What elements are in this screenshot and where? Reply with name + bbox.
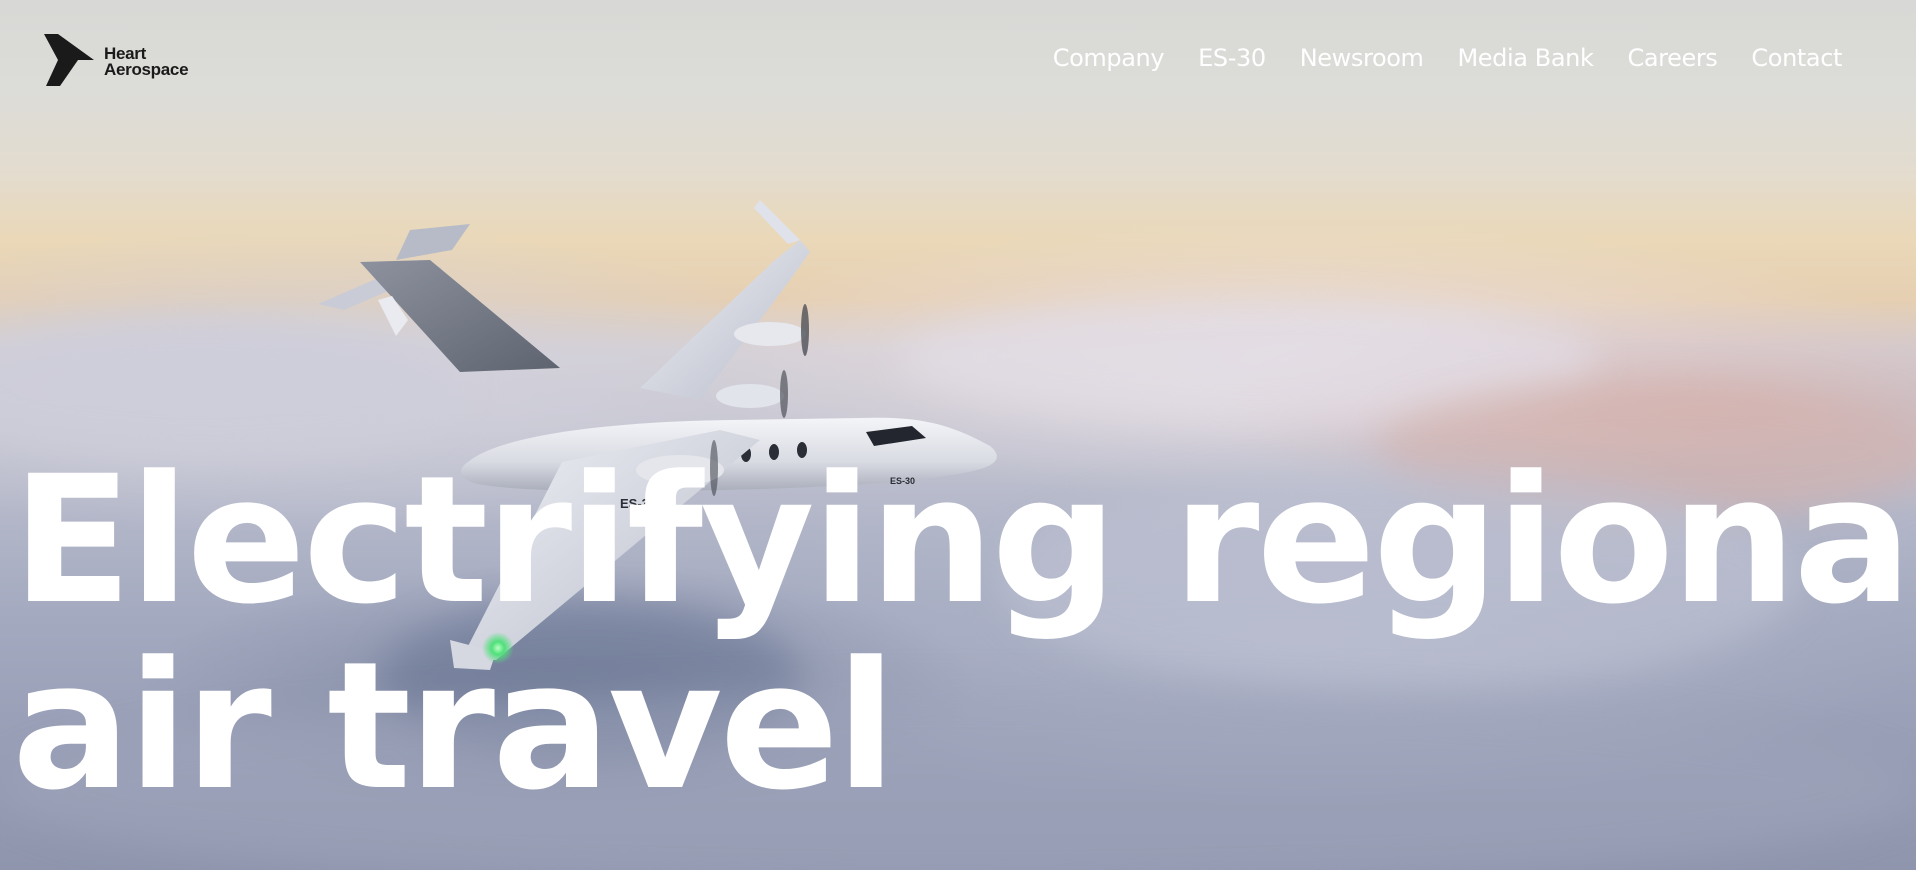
heart-aerospace-logo-icon <box>44 34 94 86</box>
nav-link-careers[interactable]: Careers <box>1628 44 1718 72</box>
hero-headline: Electrifying regional air travel <box>12 448 1916 820</box>
brand-name-line2: Aerospace <box>104 60 189 79</box>
hero-headline-line2: air travel <box>12 624 896 829</box>
nav-link-media-bank[interactable]: Media Bank <box>1458 44 1594 72</box>
hero-section: Heart Aerospace Company ES-30 Newsroom M… <box>0 0 1916 870</box>
nav-link-newsroom[interactable]: Newsroom <box>1300 44 1424 72</box>
hero-headline-line1: Electrifying regional <box>12 438 1916 643</box>
nav-link-es-30[interactable]: ES-30 <box>1198 44 1266 72</box>
nav-link-contact[interactable]: Contact <box>1751 44 1842 72</box>
brand-name: Heart Aerospace <box>104 45 189 79</box>
nav-link-company[interactable]: Company <box>1053 44 1165 72</box>
brand-logo[interactable]: Heart Aerospace <box>42 32 189 86</box>
main-nav: Company ES-30 Newsroom Media Bank Career… <box>1053 44 1843 72</box>
